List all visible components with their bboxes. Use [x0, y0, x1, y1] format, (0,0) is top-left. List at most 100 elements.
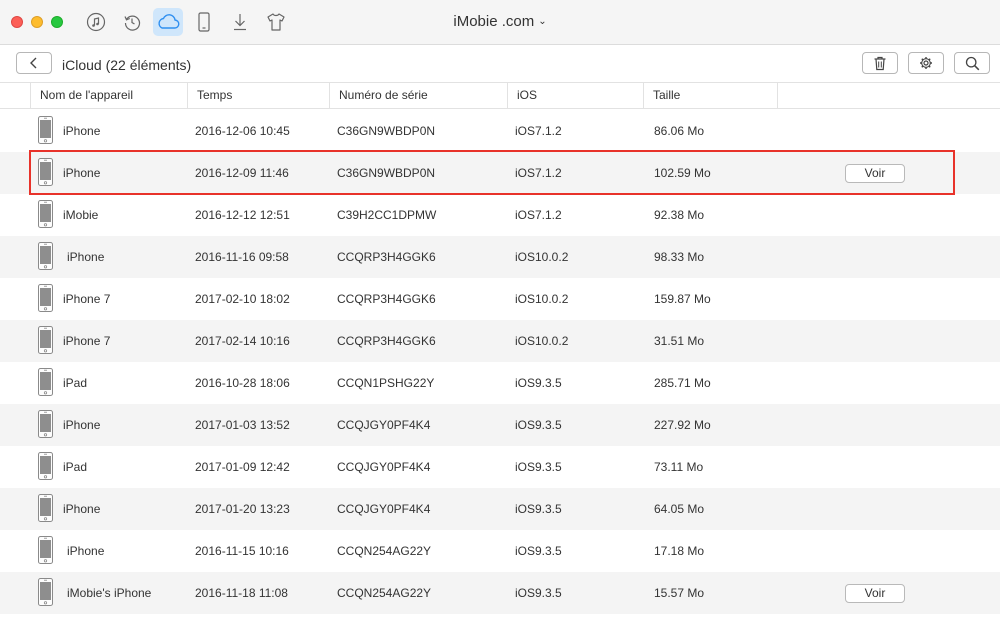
backup-time: 2017-01-03 13:52	[195, 418, 290, 432]
view-button[interactable]: Voir	[845, 164, 905, 183]
backup-size: 227.92 Mo	[654, 418, 711, 432]
device-name: iPhone 7	[63, 334, 111, 348]
column-header-serial[interactable]: Numéro de série	[329, 83, 508, 108]
column-header-ios[interactable]: iOS	[507, 83, 644, 108]
ios-version: iOS9.3.5	[515, 586, 562, 600]
chevron-left-icon	[30, 57, 37, 69]
ios-version: iOS9.3.5	[515, 460, 562, 474]
ios-version: iOS9.3.5	[515, 418, 562, 432]
serial-number: C39H2CC1DPMW	[337, 208, 437, 222]
phone-icon	[38, 242, 53, 270]
phone-icon	[38, 200, 53, 228]
title-bar: iMobie .com ⌄	[0, 0, 1000, 45]
account-name: iMobie .com	[453, 13, 535, 30]
backup-size: 31.51 Mo	[654, 334, 705, 348]
trash-icon	[874, 56, 886, 70]
backup-size: 285.71 Mo	[654, 376, 711, 390]
serial-number: CCQJGY0PF4K4	[337, 502, 431, 516]
ios-version: iOS7.1.2	[515, 166, 562, 180]
table-row[interactable]: iPad 2017-01-09 12:42 CCQJGY0PF4K4 iOS9.3.5…	[0, 446, 1000, 488]
phone-icon	[38, 116, 53, 144]
phone-icon	[38, 410, 53, 438]
backup-time: 2016-12-06 10:45	[195, 124, 290, 138]
device-name: iPhone	[63, 502, 101, 516]
zoom-window-button[interactable]	[51, 16, 63, 28]
cloud-icon[interactable]	[153, 8, 183, 36]
phone-icon	[38, 326, 53, 354]
device-name: iPhone	[63, 418, 101, 432]
chevron-down-icon: ⌄	[538, 16, 547, 27]
search-button[interactable]	[954, 52, 990, 74]
backup-time: 2016-12-12 12:51	[195, 208, 290, 222]
backup-time: 2016-11-18 11:08	[195, 586, 288, 600]
backup-size: 159.87 Mo	[654, 292, 711, 306]
table-header: Nom de l'appareil Temps Numéro de série …	[0, 82, 1000, 109]
table-row[interactable]: iPhone 2016-12-06 10:45 C36GN9WBDP0N iOS7.1…	[0, 110, 1000, 152]
ios-version: iOS10.0.2	[515, 250, 569, 264]
close-window-button[interactable]	[11, 16, 23, 28]
column-header-name[interactable]: Nom de l'appareil	[30, 83, 188, 108]
device-name: iMobie	[63, 208, 99, 222]
backup-size: 15.57 Mo	[654, 586, 705, 600]
phone-icon	[38, 452, 53, 480]
device-icon[interactable]	[189, 8, 219, 36]
phone-icon	[38, 536, 53, 564]
table-row[interactable]: iMobie 2016-12-12 12:51 C39H2CC1DPMW iOS7.1…	[0, 194, 1000, 236]
table-row[interactable]: iPhone 2016-11-16 09:58 CCQRP3H4GGK6 iOS10.…	[0, 236, 1000, 278]
tshirt-icon[interactable]	[261, 8, 291, 36]
restore-icon[interactable]	[117, 8, 147, 36]
phone-icon	[38, 578, 53, 606]
serial-number: C36GN9WBDP0N	[337, 166, 436, 180]
device-name: iPhone	[67, 544, 105, 558]
serial-number: CCQN1PSHG22Y	[337, 376, 435, 390]
table-row[interactable]: iPhone 2016-11-15 10:16 CCQN254AG22Y iOS9.3…	[0, 530, 1000, 572]
ios-version: iOS10.0.2	[515, 334, 569, 348]
device-name: iPhone	[67, 250, 105, 264]
minimize-window-button[interactable]	[31, 16, 43, 28]
phone-icon	[38, 158, 53, 186]
table-row[interactable]: iMobie's iPhone 2016-11-18 11:08 CCQN254AG…	[0, 572, 1000, 614]
delete-button[interactable]	[862, 52, 898, 74]
music-icon[interactable]	[81, 8, 111, 36]
account-menu[interactable]: iMobie .com ⌄	[453, 13, 546, 30]
table-row[interactable]: iPhone 2017-01-03 13:52 CCQJGY0PF4K4 iOS9.3…	[0, 404, 1000, 446]
device-name: iPad	[63, 376, 88, 390]
backup-size: 92.38 Mo	[654, 208, 705, 222]
serial-number: CCQJGY0PF4K4	[337, 460, 431, 474]
device-name: iPhone 7	[63, 292, 111, 306]
table-row[interactable]: iPhone 2016-12-09 11:46 C36GN9WBDP0N iOS7.1…	[0, 152, 1000, 194]
search-icon	[965, 56, 979, 70]
backup-size: 102.59 Mo	[654, 166, 711, 180]
gear-icon	[920, 57, 932, 69]
backup-size: 17.18 Mo	[654, 544, 705, 558]
backup-time: 2016-11-15 10:16	[195, 544, 289, 558]
backup-size: 98.33 Mo	[654, 250, 705, 264]
phone-icon	[38, 368, 53, 396]
toolbar: iCloud (22 éléments)	[0, 45, 1000, 83]
table-row[interactable]: iPhone 7 2017-02-10 18:02 CCQRP3H4GGK6 iOS1…	[0, 278, 1000, 320]
serial-number: CCQRP3H4GGK6	[337, 250, 436, 264]
ios-version: iOS7.1.2	[515, 124, 562, 138]
column-header-size[interactable]: Taille	[643, 83, 778, 108]
column-header-time[interactable]: Temps	[187, 83, 330, 108]
backup-size: 86.06 Mo	[654, 124, 705, 138]
column-header-empty	[777, 83, 1000, 108]
serial-number: CCQRP3H4GGK6	[337, 292, 436, 306]
device-name: iPhone	[63, 166, 101, 180]
view-button[interactable]: Voir	[845, 584, 905, 603]
backup-time: 2017-01-20 13:23	[195, 502, 290, 516]
table-row[interactable]: iPhone 7 2017-02-14 10:16 CCQRP3H4GGK6 iOS1…	[0, 320, 1000, 362]
settings-button[interactable]	[908, 52, 944, 74]
backup-time: 2016-10-28 18:06	[195, 376, 290, 390]
table-row[interactable]: iPhone 2017-01-20 13:23 CCQJGY0PF4K4 iOS9.3…	[0, 488, 1000, 530]
serial-number: C36GN9WBDP0N	[337, 124, 436, 138]
serial-number: CCQJGY0PF4K4	[337, 418, 431, 432]
phone-icon	[38, 494, 53, 522]
page-title: iCloud (22 éléments)	[62, 57, 192, 73]
table-row[interactable]: iPad 2016-10-28 18:06 CCQN1PSHG22Y iOS9.3.5…	[0, 362, 1000, 404]
backup-time: 2016-11-16 09:58	[195, 250, 289, 264]
back-button[interactable]	[16, 52, 52, 74]
download-icon[interactable]	[225, 8, 255, 36]
backup-time: 2017-02-14 10:16	[195, 334, 290, 348]
ios-version: iOS9.3.5	[515, 376, 562, 390]
